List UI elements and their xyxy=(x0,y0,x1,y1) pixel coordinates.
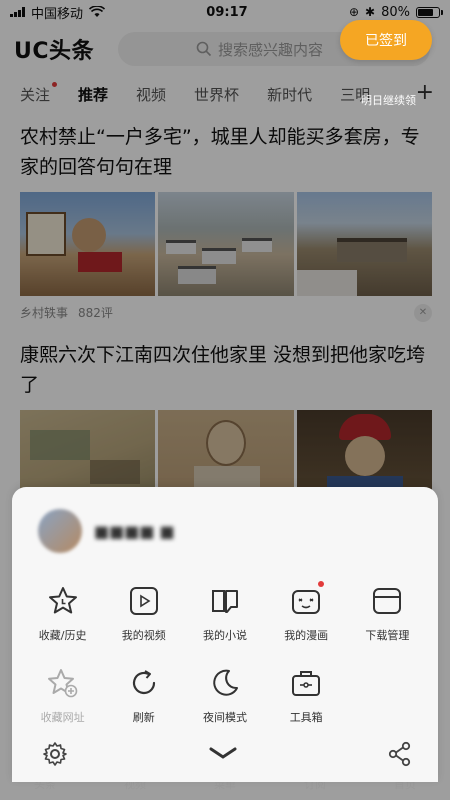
user-name: ■■■■ ■ xyxy=(94,521,175,541)
refresh-icon xyxy=(126,665,162,701)
avatar xyxy=(38,509,82,553)
video-icon xyxy=(126,583,162,619)
notification-dot xyxy=(318,581,325,587)
download-icon xyxy=(369,583,405,619)
menu-footer xyxy=(12,735,438,775)
signin-button[interactable]: 已签到 xyxy=(340,20,432,60)
menu-item-refresh[interactable]: 刷新 xyxy=(103,665,184,725)
menu-item-book[interactable]: 我的小说 xyxy=(184,583,265,643)
share-icon[interactable] xyxy=(388,741,412,767)
menu-item-toolbox[interactable]: 工具箱 xyxy=(266,665,347,725)
menu-grid: 收藏/历史 我的视频 我的小说 我的漫画 下载管理收藏网址 刷新 夜间模式 工具箱 xyxy=(22,581,428,725)
chevron-down-icon[interactable] xyxy=(207,745,239,761)
menu-item-download[interactable]: 下载管理 xyxy=(347,583,428,643)
menu-item-label: 收藏/历史 xyxy=(38,629,87,642)
user-profile[interactable]: ■■■■ ■ xyxy=(38,509,175,553)
menu-item-star[interactable]: 收藏/历史 xyxy=(22,583,103,643)
menu-item-label: 夜间模式 xyxy=(202,711,247,724)
menu-panel: ■■■■ ■ 收藏/历史 我的视频 我的小说 我的漫画 下载管理收藏网址 刷新 夜间模式 工具… xyxy=(12,487,438,782)
moon-icon xyxy=(207,665,243,701)
signin-hint: 明日继续领 xyxy=(361,94,416,107)
bookmark-add-icon xyxy=(45,665,81,701)
menu-item-label: 我的漫画 xyxy=(284,629,329,642)
menu-item-label: 工具箱 xyxy=(289,711,323,724)
menu-item-label: 刷新 xyxy=(132,711,155,724)
comic-icon xyxy=(288,581,325,619)
menu-item-video[interactable]: 我的视频 xyxy=(103,583,184,643)
toolbox-icon xyxy=(288,665,324,701)
menu-item-label: 收藏网址 xyxy=(40,711,85,724)
menu-item-bookmark-add[interactable]: 收藏网址 xyxy=(22,665,103,725)
star-icon xyxy=(45,583,81,619)
book-icon xyxy=(207,583,243,619)
menu-item-label: 我的小说 xyxy=(202,629,247,642)
menu-item-label: 下载管理 xyxy=(365,629,410,642)
gear-icon[interactable] xyxy=(42,741,68,767)
menu-item-label: 我的视频 xyxy=(121,629,166,642)
menu-item-comic[interactable]: 我的漫画 xyxy=(266,581,347,643)
menu-item-moon[interactable]: 夜间模式 xyxy=(184,665,265,725)
